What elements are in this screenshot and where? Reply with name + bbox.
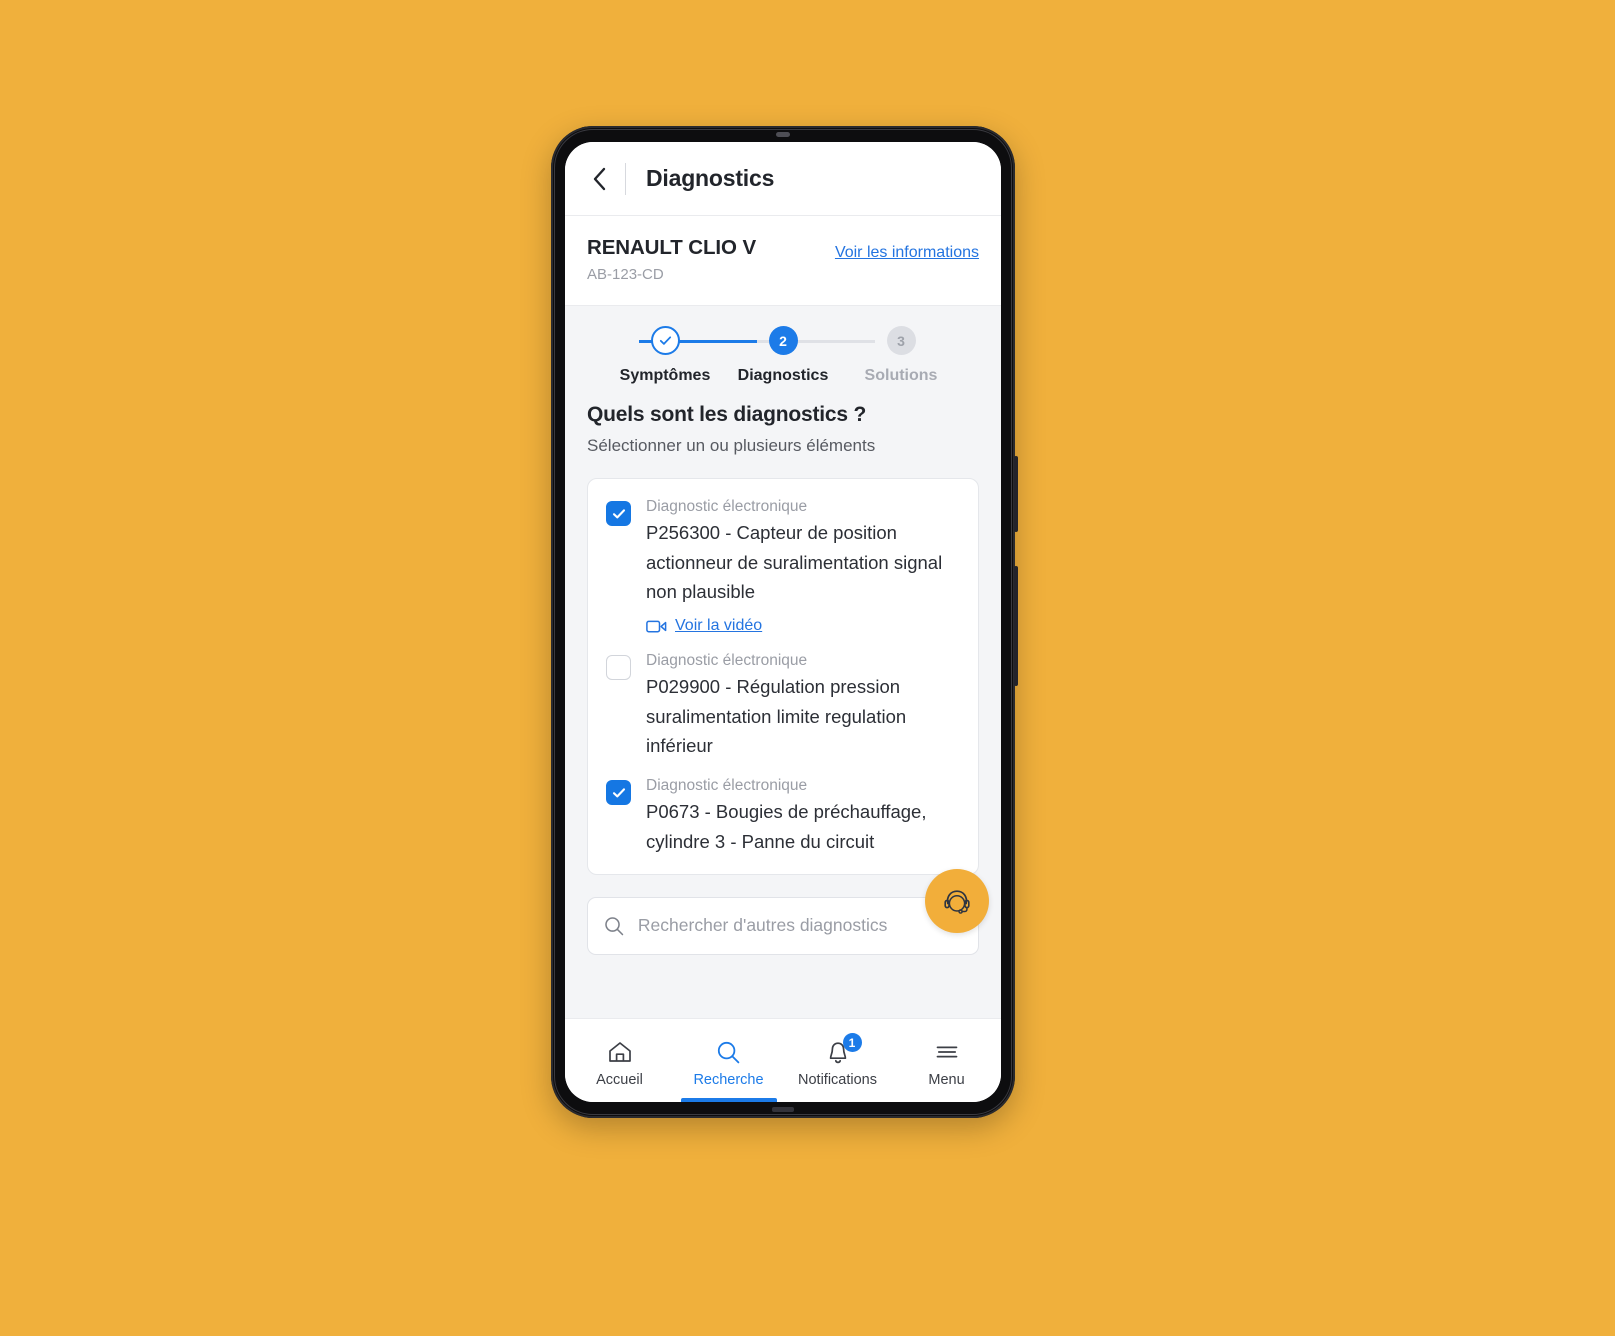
nav-icon-wrap — [607, 1039, 633, 1065]
stepper-step-3-badge: 3 — [886, 326, 916, 355]
diagnostic-code: P256300 - Capteur de position actionneur… — [646, 522, 943, 602]
chevron-left-icon — [593, 167, 605, 190]
question-block: Quels sont les diagnostics ? Sélectionne… — [565, 393, 1001, 456]
power-button[interactable] — [1014, 456, 1018, 532]
vehicle-info-link[interactable]: Voir les informations — [835, 244, 979, 262]
stepper-step-diagnostics[interactable]: 2 Diagnostics — [724, 326, 842, 385]
diagnostic-body: Diagnostic électronique P029900 - Régula… — [646, 651, 960, 760]
search-icon — [717, 1041, 740, 1063]
back-button[interactable] — [585, 165, 613, 193]
diagnostic-checkbox[interactable] — [606, 501, 631, 526]
diagnostic-kind: Diagnostic électronique — [646, 777, 808, 795]
page-title: Diagnostics — [646, 165, 775, 191]
bottom-navigation: Accueil Recherche 1 Notifications Menu — [565, 1018, 1001, 1102]
search-box[interactable] — [587, 896, 979, 955]
stepper-step-symptomes[interactable]: Symptômes — [606, 326, 724, 385]
search-input[interactable] — [637, 915, 962, 937]
question-subtitle: Sélectionner un ou plusieurs éléments — [587, 436, 876, 455]
diagnostic-checkbox[interactable] — [606, 780, 631, 806]
charging-port — [772, 1107, 794, 1112]
search-icon — [605, 917, 624, 936]
vehicle-plate: AB-123-CD — [587, 266, 664, 283]
diagnostic-body: Diagnostic électronique P0673 - Bougies … — [646, 776, 960, 856]
stepper-step-1-label: Symptômes — [619, 367, 711, 384]
app-bar-divider — [625, 162, 626, 195]
support-fab[interactable] — [925, 868, 989, 933]
vehicle-identity: RENAULT CLIO V AB-123-CD — [587, 236, 756, 283]
vehicle-name: RENAULT CLIO V — [587, 236, 757, 259]
diagnostic-kind: Diagnostic électronique — [646, 652, 808, 670]
nav-item-menu[interactable]: Menu — [892, 1019, 1001, 1102]
phone-frame: Diagnostics RENAULT CLIO V AB-123-CD Voi… — [551, 126, 1018, 1118]
headset-icon — [944, 890, 970, 914]
stepper-track: Symptômes 2 Diagnostics 3 Solutions — [565, 326, 1001, 385]
notifications-badge: 1 — [842, 1033, 862, 1052]
stepper-step-2-label: Diagnostics — [737, 367, 829, 384]
nav-label-recherche: Recherche — [693, 1072, 764, 1088]
stepper-step-2-badge: 2 — [768, 326, 798, 355]
vehicle-summary: RENAULT CLIO V AB-123-CD Voir les inform… — [565, 216, 1001, 306]
diagnostic-item[interactable]: Diagnostic électronique P029900 - Régula… — [606, 651, 960, 776]
volume-button[interactable] — [1014, 566, 1018, 686]
stepper-step-solutions[interactable]: 3 Solutions — [842, 326, 960, 385]
check-icon — [612, 787, 625, 798]
diagnostic-item[interactable]: Diagnostic électronique P256300 - Capteu… — [606, 497, 960, 651]
home-icon — [608, 1042, 631, 1062]
speaker-notch — [776, 132, 790, 137]
nav-active-indicator — [680, 1098, 777, 1102]
nav-icon-wrap — [716, 1039, 741, 1065]
nav-icon-wrap: 1 — [826, 1033, 862, 1065]
app-bar: Diagnostics — [565, 142, 1001, 216]
nav-item-accueil[interactable]: Accueil — [565, 1019, 674, 1102]
nav-item-notifications[interactable]: 1 Notifications — [783, 1019, 892, 1102]
diagnostic-checkbox[interactable] — [606, 655, 631, 681]
nav-label-accueil: Accueil — [596, 1072, 643, 1088]
diagnostic-body: Diagnostic électronique P256300 - Capteu… — [646, 497, 960, 635]
nav-label-notifications: Notifications — [798, 1072, 877, 1088]
check-icon — [612, 508, 625, 518]
view-video-label: Voir la vidéo — [675, 617, 763, 635]
nav-icon-wrap — [934, 1039, 960, 1065]
question-title: Quels sont les diagnostics ? — [587, 403, 867, 426]
hamburger-icon — [936, 1046, 957, 1058]
progress-stepper: Symptômes 2 Diagnostics 3 Solutions — [565, 306, 1001, 393]
diagnostics-list: Diagnostic électronique P256300 - Capteu… — [587, 478, 979, 875]
stepper-step-1-badge — [650, 326, 680, 355]
stepper-step-3-label: Solutions — [864, 367, 938, 384]
nav-item-recherche[interactable]: Recherche — [674, 1019, 783, 1102]
diagnostic-kind: Diagnostic électronique — [646, 498, 808, 515]
diagnostic-code: P0673 - Bougies de préchauffage, cylindr… — [646, 801, 927, 852]
phone-screen: Diagnostics RENAULT CLIO V AB-123-CD Voi… — [565, 142, 1001, 1102]
diagnostic-code: P029900 - Régulation pression suraliment… — [646, 676, 907, 756]
diagnostic-item[interactable]: Diagnostic électronique P0673 - Bougies … — [606, 776, 960, 856]
view-video-link[interactable]: Voir la vidéo — [646, 617, 960, 635]
check-icon — [659, 336, 671, 345]
search-row — [587, 868, 989, 955]
video-camera-icon — [646, 620, 667, 632]
nav-label-menu: Menu — [928, 1072, 965, 1088]
